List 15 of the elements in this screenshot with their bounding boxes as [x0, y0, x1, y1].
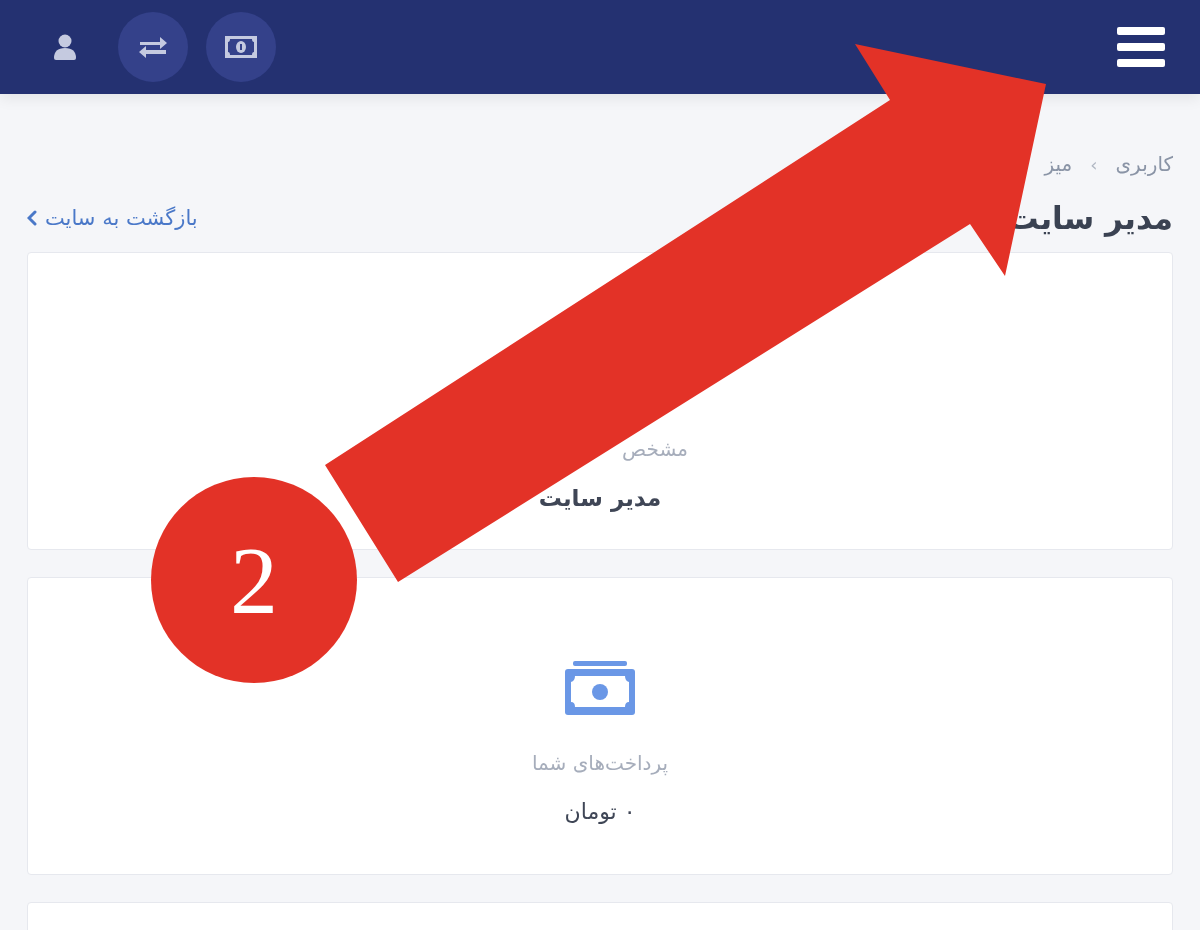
breadcrumb-separator: › [1090, 153, 1098, 175]
menu-button[interactable] [1116, 26, 1166, 68]
card-label: مشخص [622, 437, 688, 461]
cash-icon [565, 661, 635, 715]
chevron-icon [27, 210, 37, 226]
menu-icon [1116, 26, 1166, 68]
back-link[interactable]: بازگشت به سایت [27, 206, 198, 230]
card-value: ۰ تومان [564, 799, 636, 824]
breadcrumb-item[interactable]: کاربری [1115, 152, 1173, 176]
breadcrumb-item[interactable]: میز [1044, 152, 1073, 176]
transfer-icon [138, 35, 168, 59]
card-label: پرداخت‌های شما [531, 751, 669, 775]
user-icon [54, 34, 76, 60]
cash-icon [225, 36, 257, 58]
card-value: مدیر سایت [538, 485, 662, 511]
